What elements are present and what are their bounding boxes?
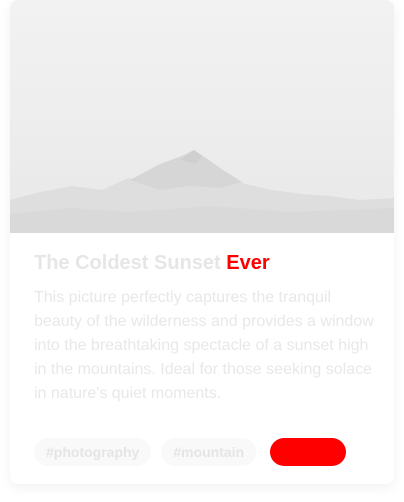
tag-mountain[interactable]: #mountain — [161, 438, 257, 466]
highlighted-tag[interactable] — [270, 438, 347, 466]
title-main: The Coldest Sunset — [34, 252, 221, 274]
mountain-landscape-icon — [10, 150, 394, 233]
title-accent: Ever — [226, 252, 270, 274]
tag-list: #photography #mountain — [34, 438, 347, 466]
tag-photography[interactable]: #photography — [34, 438, 152, 466]
mountain-landscape-image — [10, 0, 394, 233]
post-card: The Coldest Sunset Ever This picture per… — [10, 0, 394, 484]
card-description: This picture perfectly captures the tran… — [34, 289, 374, 402]
card-title: The Coldest Sunset Ever — [34, 252, 270, 275]
